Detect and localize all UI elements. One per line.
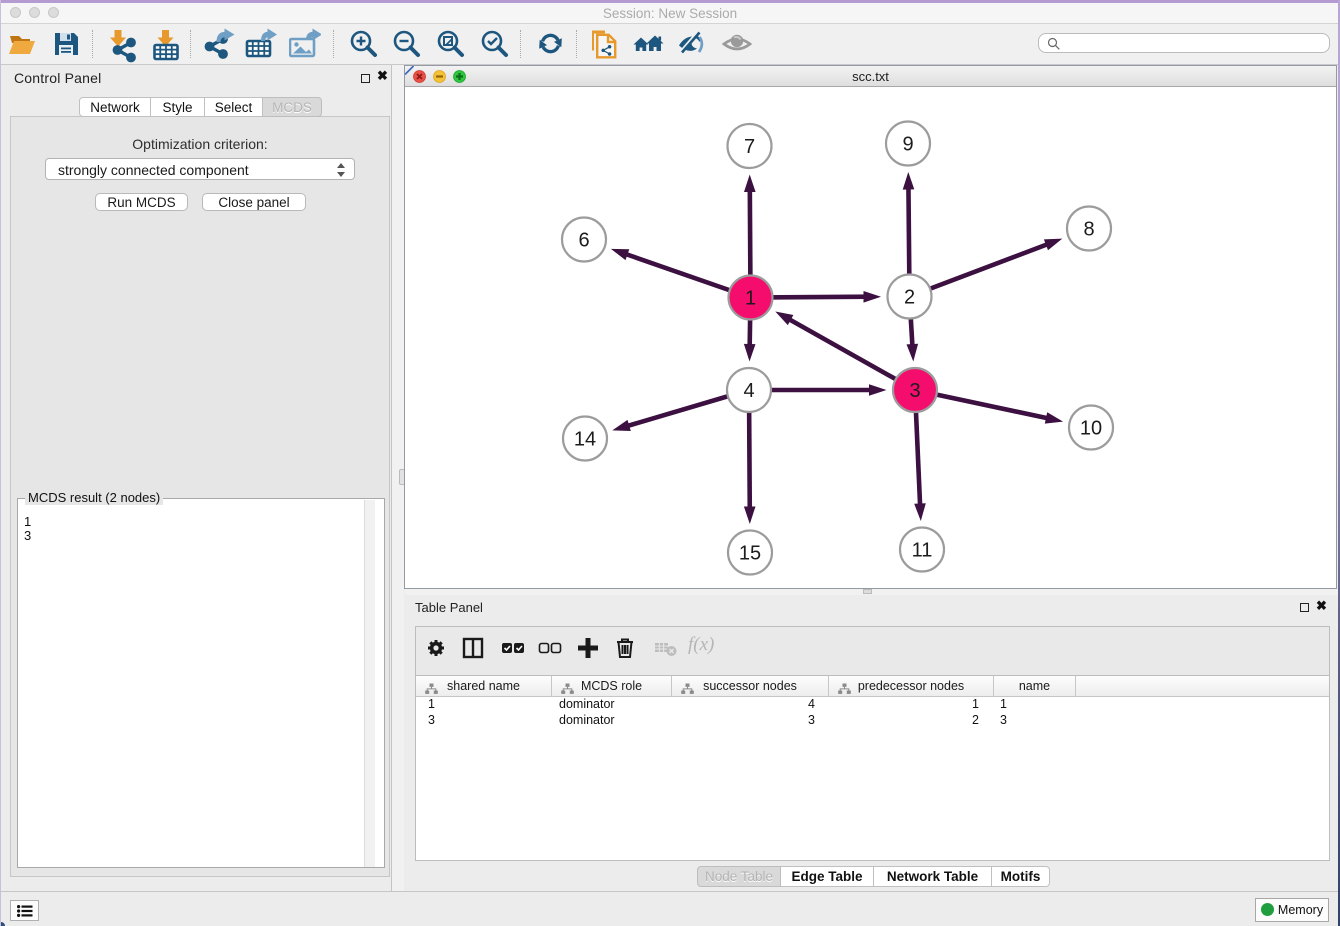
svg-text:8: 8	[1083, 219, 1094, 241]
svg-text:11: 11	[912, 540, 933, 562]
svg-text:7: 7	[744, 136, 755, 158]
svg-text:4: 4	[743, 380, 754, 402]
svg-text:15: 15	[739, 543, 761, 565]
svg-text:2: 2	[904, 287, 915, 309]
svg-text:6: 6	[578, 230, 589, 252]
svg-text:14: 14	[574, 429, 596, 451]
svg-text:1: 1	[745, 288, 756, 310]
svg-text:10: 10	[1080, 418, 1102, 440]
svg-text:3: 3	[909, 380, 920, 402]
svg-text:9: 9	[902, 134, 913, 156]
